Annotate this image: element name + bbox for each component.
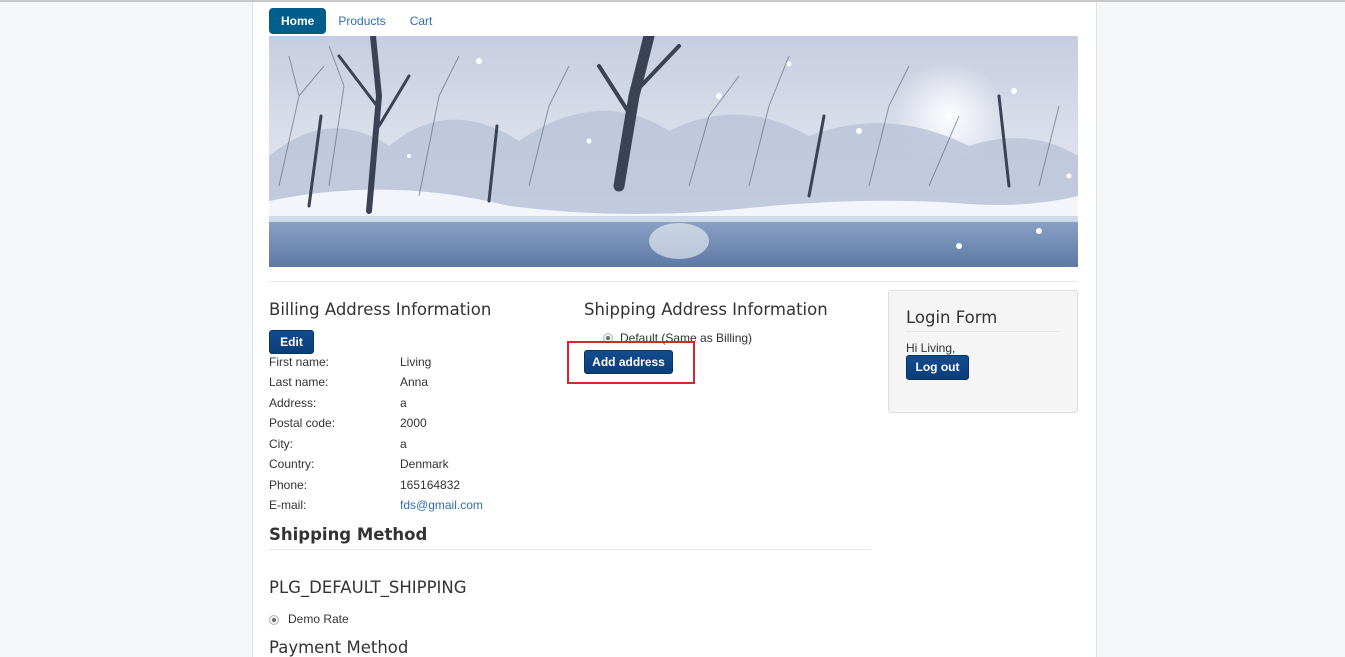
billing-title: Billing Address Information <box>269 300 492 319</box>
login-title: Login Form <box>906 308 998 327</box>
demo-rate-radio[interactable] <box>269 615 279 625</box>
shipping-method-divider <box>269 549 871 550</box>
login-divider <box>906 331 1059 332</box>
field-value: Anna <box>400 375 429 389</box>
field-value: a <box>400 396 407 410</box>
field-label: Address: <box>269 396 317 410</box>
login-panel: Login Form Hi Living, Log out <box>888 290 1078 413</box>
field-value: a <box>400 437 407 451</box>
logout-button[interactable]: Log out <box>906 355 969 380</box>
email-link[interactable]: fds@gmail.com <box>400 498 483 512</box>
field-label: First name: <box>269 355 330 369</box>
field-label: Country: <box>269 457 315 471</box>
login-greeting: Hi Living, <box>906 341 956 355</box>
field-value: Living <box>400 355 432 369</box>
field-label: City: <box>269 437 293 451</box>
main-nav: Home Products Cart <box>269 8 444 34</box>
field-value: 2000 <box>400 416 427 430</box>
field-label: Phone: <box>269 478 308 492</box>
field-label: Postal code: <box>269 416 336 430</box>
tab-products[interactable]: Products <box>326 8 397 34</box>
demo-rate-label: Demo Rate <box>288 612 349 626</box>
highlight-box <box>567 341 695 384</box>
edit-billing-button[interactable]: Edit <box>269 330 314 354</box>
tab-home[interactable]: Home <box>269 8 327 34</box>
field-label: E-mail: <box>269 498 307 512</box>
tab-cart[interactable]: Cart <box>398 8 445 34</box>
field-value: 165164832 <box>400 478 461 492</box>
field-value: Denmark <box>400 457 449 471</box>
banner-divider <box>269 281 1078 282</box>
banner-image <box>269 36 1078 267</box>
shipping-method-title: Shipping Method <box>269 525 428 544</box>
field-label: Last name: <box>269 375 329 389</box>
shipping-plugin-name: PLG_DEFAULT_SHIPPING <box>269 578 467 597</box>
page-container: Home Products Cart Billing Address Infor… <box>252 2 1097 657</box>
shipping-address-title: Shipping Address Information <box>584 300 828 319</box>
payment-method-title: Payment Method <box>269 638 409 657</box>
